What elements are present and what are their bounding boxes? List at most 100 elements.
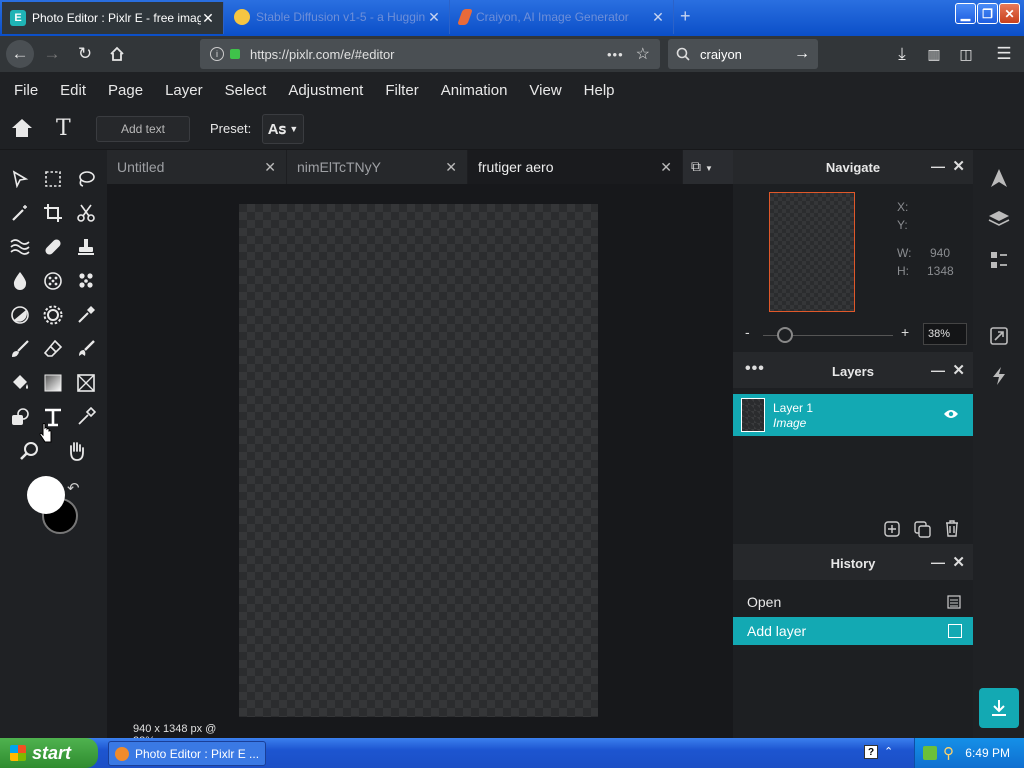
zoom-percent-field[interactable]: 38% <box>923 323 967 345</box>
lightning-icon[interactable] <box>989 366 1009 386</box>
duplicate-layer-icon[interactable] <box>914 521 931 538</box>
close-tab-icon[interactable]: ✕ <box>427 9 441 26</box>
layers-icon[interactable] <box>988 210 1010 228</box>
browser-tab-craiyon[interactable]: Craiyon, AI Image Generator ✕ <box>452 0 674 34</box>
navigator-thumbnail[interactable] <box>769 192 855 312</box>
pencil-tool-button[interactable] <box>71 334 101 364</box>
minimize-panel-icon[interactable]: — <box>931 554 945 570</box>
swap-colors-icon[interactable]: ↶ <box>67 479 80 497</box>
history-item-open[interactable]: Open <box>733 588 973 616</box>
new-tab-button[interactable]: + <box>680 6 691 27</box>
menu-layer[interactable]: Layer <box>165 82 203 99</box>
magic-wand-tool-button[interactable] <box>5 198 35 228</box>
navigator-icon[interactable] <box>989 168 1009 188</box>
close-tab-icon[interactable]: ✕ <box>201 10 215 27</box>
transparent-canvas[interactable] <box>239 204 598 717</box>
home-app-button[interactable] <box>10 117 34 139</box>
fill-tool-button[interactable] <box>5 368 35 398</box>
search-go-icon[interactable]: → <box>794 45 810 63</box>
save-download-button[interactable] <box>979 688 1019 728</box>
zoom-out-button[interactable]: - <box>745 324 750 340</box>
menu-animation[interactable]: Animation <box>441 82 508 99</box>
menu-help[interactable]: Help <box>584 82 615 99</box>
sidebar-button[interactable]: ◫ <box>952 40 980 68</box>
search-tray-icon[interactable]: ⚲ <box>943 744 954 762</box>
zoom-slider-thumb[interactable] <box>777 327 793 343</box>
restore-window-button[interactable]: ❐ <box>977 3 998 24</box>
bookmark-star-icon[interactable]: ☆ <box>636 44 650 64</box>
window-arrange-dropdown[interactable]: ⧉ ▼ <box>691 158 713 175</box>
reload-button[interactable]: ↻ <box>71 40 99 68</box>
url-text[interactable]: https://pixlr.com/e/#editor <box>250 47 395 62</box>
liquify-tool-button[interactable] <box>5 232 35 262</box>
close-doc-icon[interactable]: ✕ <box>660 159 672 176</box>
hand-tool-button[interactable] <box>62 436 92 466</box>
arrange-tool-button[interactable] <box>5 164 35 194</box>
layer-row[interactable]: Layer 1 Image <box>733 394 973 436</box>
doc-tab-frutiger-aero[interactable]: frutiger aero ✕ <box>468 150 683 184</box>
search-text[interactable]: craiyon <box>700 47 742 62</box>
info-icon[interactable]: i <box>210 47 224 61</box>
clone-stamp-tool-button[interactable] <box>71 232 101 262</box>
blur-tool-button[interactable] <box>5 266 35 296</box>
menu-edit[interactable]: Edit <box>60 82 86 99</box>
heal-tool-button[interactable] <box>38 232 68 262</box>
add-layer-icon[interactable] <box>884 521 900 537</box>
close-doc-icon[interactable]: ✕ <box>264 159 276 176</box>
drawing-tool-button[interactable] <box>5 402 35 432</box>
trash-icon[interactable] <box>945 520 959 537</box>
url-bar[interactable]: i https://pixlr.com/e/#editor ••• ☆ <box>200 39 660 69</box>
shape-tool-button[interactable] <box>71 368 101 398</box>
fullscreen-icon[interactable] <box>989 326 1009 346</box>
zoom-in-button[interactable]: + <box>901 324 909 340</box>
adjust-icon[interactable] <box>989 250 1009 270</box>
brush-tool-button[interactable] <box>5 334 35 364</box>
home-button[interactable] <box>103 40 131 68</box>
cutout-tool-button[interactable] <box>71 198 101 228</box>
network-icon[interactable] <box>923 746 937 760</box>
taskbar-item-firefox[interactable]: Photo Editor : Pixlr E ... <box>108 741 266 766</box>
menu-page[interactable]: Page <box>108 82 143 99</box>
downloads-button[interactable]: ⤓ <box>888 40 916 68</box>
help-icon[interactable]: ? <box>864 745 878 759</box>
close-tab-icon[interactable]: ✕ <box>651 9 665 26</box>
search-bar[interactable]: craiyon → <box>668 39 818 69</box>
open-menu-button[interactable]: ☰ <box>990 40 1018 68</box>
eraser-tool-button[interactable] <box>38 334 68 364</box>
close-panel-icon[interactable]: ✕ <box>952 553 965 571</box>
back-button[interactable]: ← <box>6 40 34 68</box>
lasso-tool-button[interactable] <box>71 164 101 194</box>
sharpen-tool-button[interactable] <box>38 300 68 330</box>
eyedropper-tool-button[interactable] <box>71 300 101 330</box>
menu-filter[interactable]: Filter <box>385 82 418 99</box>
foreground-color-swatch[interactable] <box>27 476 65 514</box>
doc-tab-untitled[interactable]: Untitled ✕ <box>107 150 287 184</box>
menu-view[interactable]: View <box>529 82 561 99</box>
layer-options-icon[interactable]: ••• <box>745 360 765 378</box>
add-text-button[interactable]: Add text <box>96 116 190 142</box>
dodge-burn-tool-button[interactable] <box>5 300 35 330</box>
history-item-add-layer[interactable]: Add layer <box>733 617 973 645</box>
close-window-button[interactable]: ✕ <box>999 3 1020 24</box>
forward-button[interactable]: → <box>38 40 66 68</box>
close-panel-icon[interactable]: ✕ <box>952 361 965 379</box>
eye-visibility-icon[interactable] <box>943 408 959 420</box>
minimize-panel-icon[interactable]: — <box>931 158 945 174</box>
marquee-tool-button[interactable] <box>38 164 68 194</box>
page-actions-icon[interactable]: ••• <box>607 47 624 62</box>
browser-tab-stable-diffusion[interactable]: Stable Diffusion v1-5 - a Huggin ✕ <box>226 0 450 34</box>
sponge-tool-button[interactable] <box>38 266 68 296</box>
chevron-expand-icon[interactable]: ⌃ <box>884 745 893 758</box>
minimize-window-button[interactable]: ▁ <box>955 3 976 24</box>
doc-tab-nimeltctnyy[interactable]: nimElTcTNyY ✕ <box>287 150 468 184</box>
library-button[interactable]: ▥ <box>920 40 948 68</box>
gradient-tool-button[interactable] <box>38 368 68 398</box>
browser-tab-pixlr[interactable]: E Photo Editor : Pixlr E - free image e … <box>2 2 224 34</box>
color-picker-tool-button[interactable] <box>71 402 101 432</box>
menu-adjustment[interactable]: Adjustment <box>288 82 363 99</box>
close-doc-icon[interactable]: ✕ <box>445 159 457 176</box>
menu-select[interactable]: Select <box>225 82 267 99</box>
start-button[interactable]: start <box>0 738 98 768</box>
crop-tool-button[interactable] <box>38 198 68 228</box>
close-panel-icon[interactable]: ✕ <box>952 157 965 175</box>
